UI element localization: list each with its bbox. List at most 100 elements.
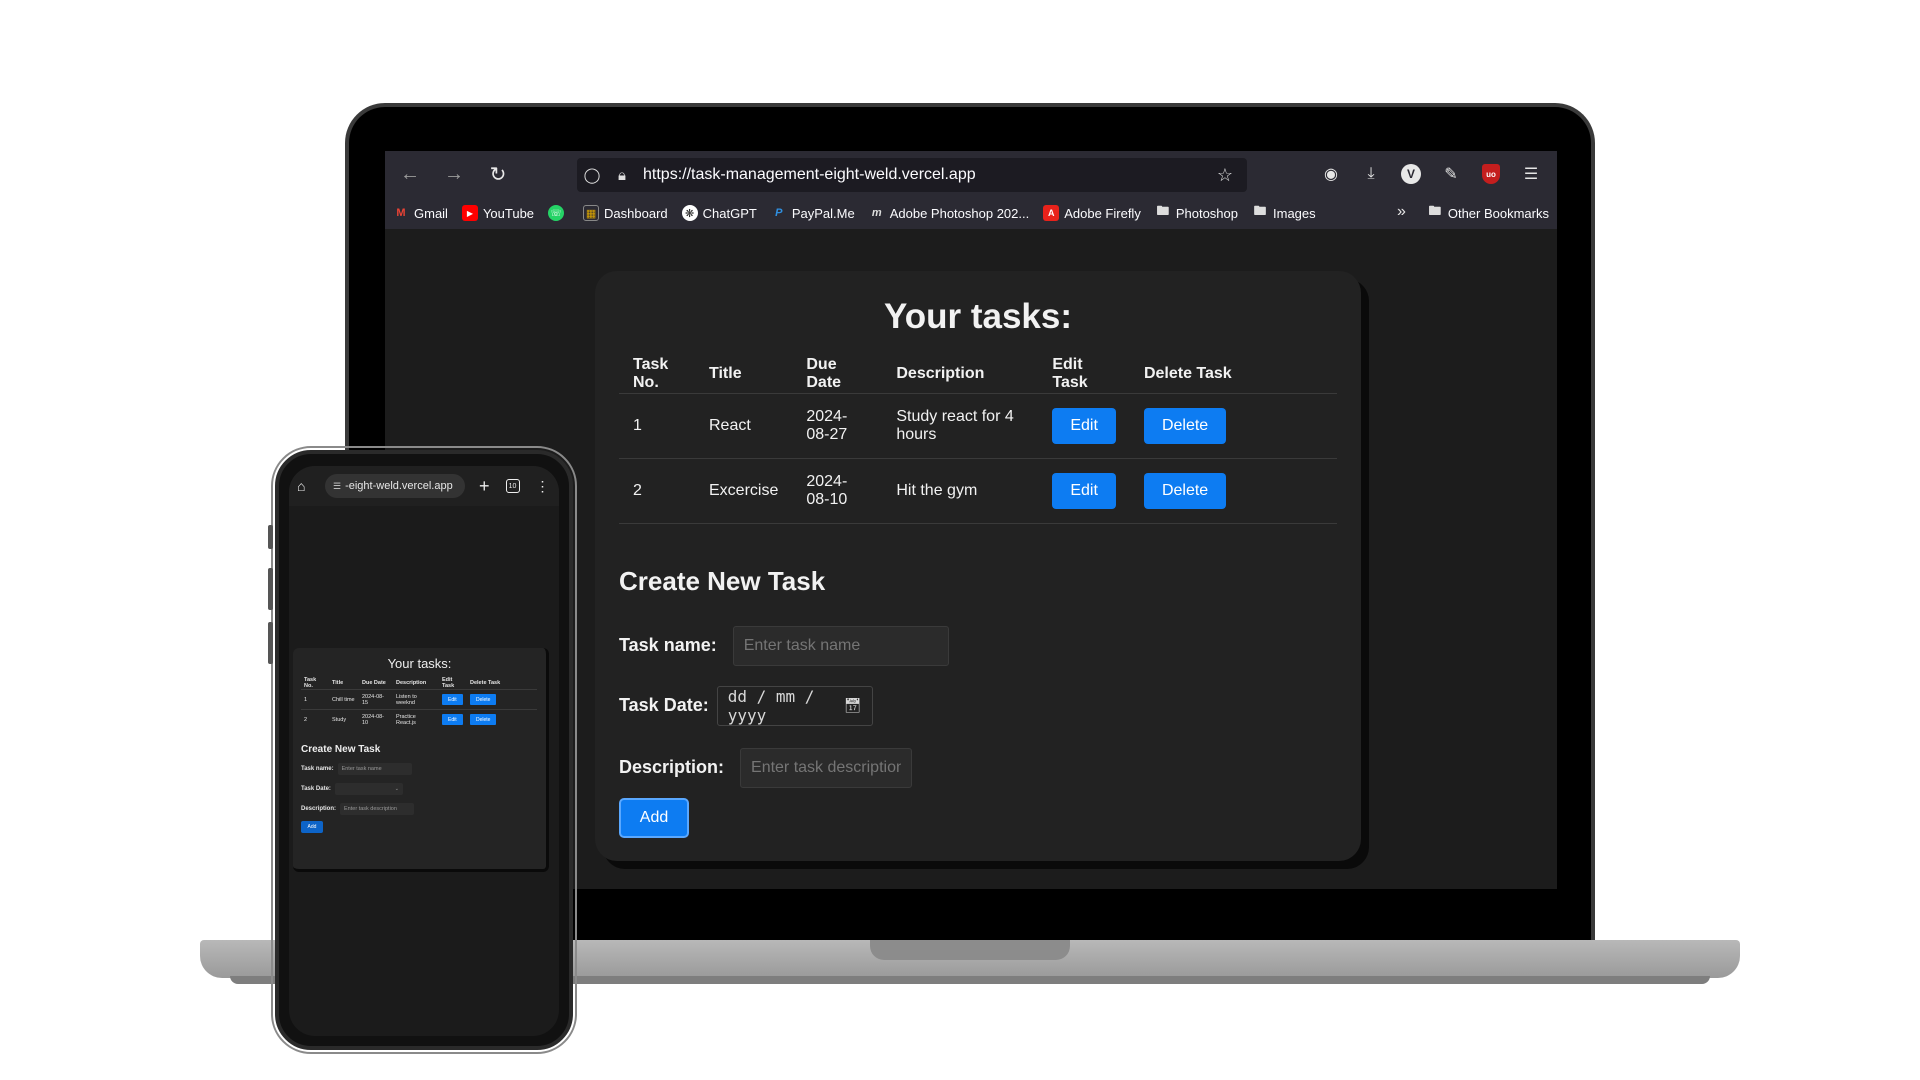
task-name-input[interactable]: Enter task name [337,762,412,775]
column-header: Description [896,364,985,382]
table-row: 1 React 2024-08-27 Study react for 4 hou… [619,392,1337,458]
address-bar[interactable]: ◯ 🔒︎ https://task-management-eight-weld.… [577,158,1247,192]
column-header: Delete Task [1143,364,1232,382]
description-input[interactable] [740,747,913,788]
add-button[interactable]: Add [301,820,323,833]
reload-icon[interactable]: ↻ [479,155,517,193]
bookmark-adobe-firefly[interactable]: A Adobe Firefly [1043,205,1141,221]
column-header: Edit Task [442,677,455,689]
url-text[interactable]: https://task-management-eight-weld.verce… [643,166,976,184]
bookmark-whatsapp[interactable]: ☏ [548,205,569,221]
delete-button[interactable]: Delete [1143,472,1227,509]
task-description: Practice React.js [393,709,439,730]
phone-address-bar[interactable]: ☰ -eight-weld.vercel.app [325,474,465,498]
edit-button[interactable]: Edit [442,694,463,705]
ublock-icon[interactable]: uo [1471,159,1511,189]
folder-icon: 🖿︎ [1428,203,1442,218]
browser-toolbar: ← → ↻ ◯ 🔒︎ https://task-management-eight… [385,151,1557,197]
chatgpt-icon: ❋ [681,205,698,221]
description-label: Description: [619,757,725,777]
star-icon[interactable]: ☆ [1217,165,1233,186]
download-icon[interactable]: ⤓ [1351,159,1391,189]
date-placeholder: dd / mm / yyyy [727,686,815,725]
task-title: Study [329,709,359,730]
forward-icon[interactable]: → [435,155,473,193]
table-row: 2 Study 2024-08-10 Practice React.js Edi… [301,709,537,730]
new-tab-icon[interactable]: + [479,476,490,497]
task-due-date: 2024-08-10 [359,709,393,730]
laptop-notch [870,940,1070,960]
chevron-double-right-icon[interactable]: » [1397,203,1406,221]
column-header: Due Date [806,355,842,391]
tasks-card: Your tasks: Task No. Title Due Date Desc… [595,271,1361,861]
bookmark-folder-photoshop[interactable]: 🖿︎ Photoshop [1155,203,1238,221]
delete-button[interactable]: Delete [470,694,497,705]
home-icon[interactable]: ⌂ [297,478,317,494]
table-header-row: Task No. Title Due Date Description Edit… [619,355,1337,393]
bookmark-gmail[interactable]: M Gmail [393,205,448,221]
task-description: Hit the gym [882,457,1039,524]
phone-browser-bar: ⌂ ☰ -eight-weld.vercel.app + 10 ⋮ [289,466,559,506]
gmail-icon: M [396,207,406,219]
column-header: Task No. [304,677,317,689]
bookmark-dashboard[interactable]: ▦ Dashboard [583,205,668,221]
task-number: 2 [301,709,329,730]
back-icon[interactable]: ← [391,155,429,193]
delete-button[interactable]: Delete [470,714,497,726]
bookmark-other[interactable]: 🖿︎ Other Bookmarks [1427,203,1549,221]
site-settings-icon[interactable]: ☰ [333,481,341,492]
bookmark-photoshop-202[interactable]: m Adobe Photoshop 202... [869,205,1029,221]
edit-cell: Edit [1038,457,1130,524]
bookmark-folder-images[interactable]: 🖿︎ Images [1252,203,1315,221]
calendar-icon[interactable]: 📅︎ [844,698,862,714]
tabs-icon[interactable]: 10 [505,479,520,493]
shield-icon[interactable]: ◯ [577,166,607,184]
folder-icon: 🖿︎ [1156,203,1170,218]
task-name-label: Task name: [301,765,334,772]
edit-button[interactable]: Edit [1052,407,1116,444]
phone-side-button [268,622,273,664]
task-name-row: Task name: [619,625,1337,666]
bookmark-paypal[interactable]: P PayPal.Me [771,205,855,221]
folder-icon: 🖿︎ [1253,203,1267,218]
bookmark-chatgpt[interactable]: ❋ ChatGPT [681,205,757,221]
delete-cell: Delete [467,689,537,710]
task-date-input[interactable]: dd / mm / yyyy 📅︎ [716,685,873,726]
description-input[interactable]: Enter task description [340,802,415,815]
task-title: Excercise [695,457,793,524]
profile-icon[interactable]: V [1391,159,1431,189]
bookmark-youtube[interactable]: ▶ YouTube [461,205,534,221]
create-task-heading: Create New Task [619,565,826,596]
paypal-icon: P [775,207,783,219]
pocket-icon[interactable]: ◉ [1311,159,1351,189]
phone-tasks-card: Your tasks: Task No. Title Due Date Desc… [293,648,549,872]
page-title: Your tasks: [883,297,1073,336]
task-name-input[interactable] [732,625,949,666]
menu-icon[interactable]: ☰ [1511,159,1551,189]
delete-button[interactable]: Delete [1143,407,1227,444]
phone-side-button [268,568,273,610]
extensions-icon[interactable]: ✎ [1431,159,1471,189]
kebab-menu-icon[interactable]: ⋮ [536,478,550,495]
delete-cell: Delete [1129,457,1337,524]
task-number: 1 [619,392,695,458]
add-button[interactable]: Add [619,797,689,838]
ublock-badge: uo [1482,164,1500,184]
task-number: 1 [301,689,329,710]
lock-icon[interactable]: 🔒︎ [607,167,637,184]
task-date-input[interactable]: ⌄ [334,782,403,795]
edit-button[interactable]: Edit [442,714,463,726]
tasks-table: Task No. Title Due Date Description Edit… [619,355,1337,524]
youtube-icon: ▶ [461,205,478,221]
task-due-date: 2024-08-15 [359,689,393,710]
phone-screen: ⌂ ☰ -eight-weld.vercel.app + 10 ⋮ Your t… [289,466,559,1036]
bookmarks-bar: M Gmail ▶ YouTube ☏ ▦ Dashboard ❋ ChatGPT PP… [385,197,1557,229]
task-name-row: Task name: Enter task name [301,762,546,775]
table-row: 1 Chill time 2024-08-15 Listen to weeknd… [301,689,537,710]
m-logo-icon: m [871,207,882,219]
phone-tasks-table: Task No. Title Due Date Description Edit… [301,677,537,730]
table-header-row: Task No. Title Due Date Description Edit… [301,677,537,690]
edit-button[interactable]: Edit [1052,472,1116,509]
task-date-label: Task Date: [619,695,709,715]
phone-url-text[interactable]: -eight-weld.vercel.app [345,480,453,492]
